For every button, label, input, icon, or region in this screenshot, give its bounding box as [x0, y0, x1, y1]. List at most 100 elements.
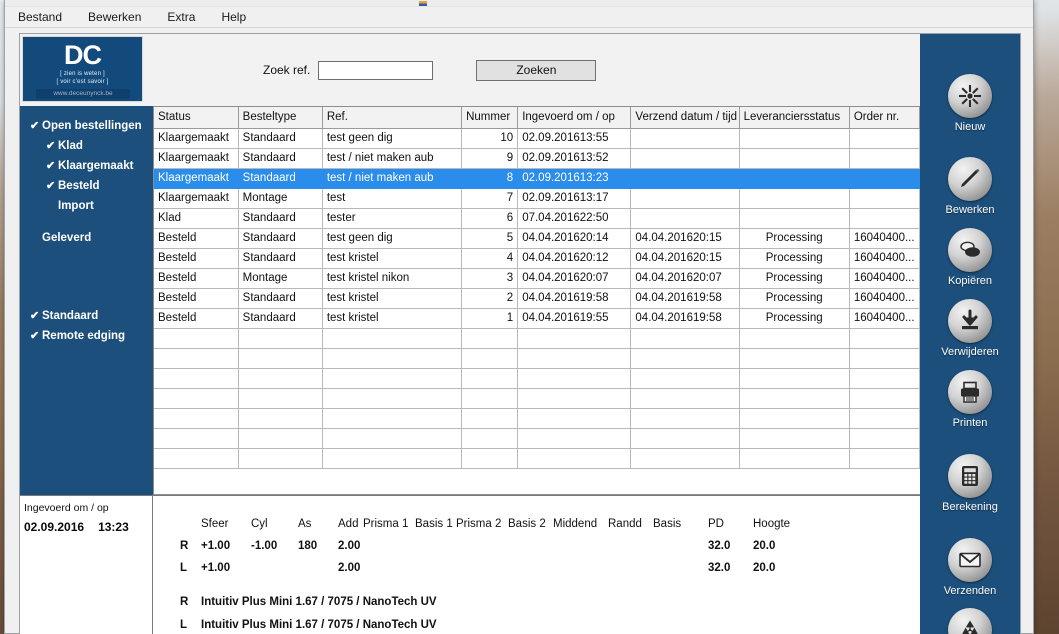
- sidebar-item-geleverd[interactable]: Geleverd: [20, 228, 153, 248]
- cell-status: Klad: [154, 208, 239, 229]
- toolbar-button-berekening[interactable]: Berekening: [920, 454, 1020, 513]
- cell-verzend: [630, 348, 740, 369]
- cell-nummer: 2: [461, 288, 519, 309]
- cell-ref: test kristel: [322, 288, 463, 309]
- cell-nummer: 1: [461, 308, 519, 329]
- cell-status: [154, 388, 239, 409]
- table-row[interactable]: Besteld Montage test kristel nikon 3 04.04.2…: [154, 268, 920, 289]
- table-row[interactable]: [154, 408, 920, 429]
- cell-nummer: [461, 368, 519, 389]
- column-header-leveranciersstatus[interactable]: Leveranciersstatus: [739, 107, 850, 129]
- table-row[interactable]: Klaargemaakt Standaard test / niet maken a…: [154, 148, 920, 169]
- sidebar-item-besteld[interactable]: ✔ Besteld: [20, 176, 153, 196]
- menu-item-bewerken[interactable]: Bewerken: [85, 9, 144, 25]
- toolbar-button-verzenden[interactable]: Verzenden: [920, 538, 1020, 597]
- cell-verzend: 04.04.201620:15: [630, 248, 740, 269]
- cell-ingevoerd: 04.04.201619:58: [517, 288, 632, 309]
- column-header-ordernr[interactable]: Order nr.: [849, 107, 920, 129]
- column-header-ref[interactable]: Ref.: [322, 107, 463, 129]
- toolbar-button-status-veranderen[interactable]: Status veranderen: [920, 608, 1020, 634]
- table-row[interactable]: [154, 368, 920, 389]
- search-input[interactable]: [318, 60, 434, 80]
- cell-ingevoerd: [517, 368, 632, 389]
- search-button[interactable]: Zoeken: [476, 59, 597, 81]
- cell-leveranciersstatus: Processing: [739, 228, 850, 249]
- cell-verzend: 04.04.201620:15: [630, 228, 740, 249]
- cell-besteltype: [238, 348, 323, 369]
- detail-header-pd: PD: [708, 518, 724, 530]
- cell-leveranciersstatus: Processing: [739, 288, 850, 309]
- cell-nummer: 6: [461, 208, 519, 229]
- table-row[interactable]: Besteld Standaard test kristel 1 04.04.20161…: [154, 308, 920, 329]
- cell-ordernr: 16040400...: [849, 308, 920, 329]
- detail-eye-label-l: L: [180, 562, 188, 574]
- table-row[interactable]: Klaargemaakt Standaard test geen dig 10 02.0…: [154, 128, 920, 149]
- table-row[interactable]: Klaargemaakt Montage test 7 02.09.201613:17: [154, 188, 920, 209]
- table-row[interactable]: Klad Standaard tester 6 07.04.201622:50: [154, 208, 920, 229]
- column-header-nummer[interactable]: Nummer: [461, 107, 519, 129]
- column-header-status[interactable]: Status: [154, 107, 239, 129]
- sidebar-item-klad[interactable]: ✔ Klad: [20, 136, 153, 156]
- table-row[interactable]: Besteld Standaard test kristel 4 04.04.20162…: [154, 248, 920, 269]
- detail-header-basis: Basis: [653, 518, 682, 530]
- toolbar-button-nieuw[interactable]: Nieuw: [920, 74, 1020, 133]
- table-row[interactable]: Besteld Standaard test geen dig 5 04.04.2016…: [154, 228, 920, 249]
- cell-ref: [322, 368, 463, 389]
- toolbar-button-label: Verwijderen: [941, 346, 999, 358]
- menu-item-bestand[interactable]: Bestand: [15, 9, 65, 25]
- cell-status: Besteld: [154, 308, 239, 329]
- table-row[interactable]: [154, 348, 920, 369]
- logo-tagline-nl: [ zien is weten ]: [60, 71, 105, 77]
- sidebar-item-standaard[interactable]: ✔ Standaard: [20, 306, 153, 326]
- table-row[interactable]: [154, 428, 920, 449]
- cell-besteltype: Standaard: [238, 248, 323, 269]
- detail-lens-eye-l: L: [180, 619, 188, 631]
- table-row[interactable]: [154, 448, 920, 469]
- menu-item-extra[interactable]: Extra: [164, 9, 198, 25]
- sidebar-item-open-bestellingen[interactable]: ✔ Open bestellingen: [20, 116, 153, 136]
- cell-besteltype: Standaard: [238, 208, 323, 229]
- cell-leveranciersstatus: [739, 328, 850, 349]
- column-header-besteltype[interactable]: Besteltype: [238, 107, 323, 129]
- cell-ordernr: [849, 328, 920, 349]
- table-row[interactable]: [154, 328, 920, 349]
- cell-status: [154, 348, 239, 369]
- check-icon: ✔: [46, 180, 56, 192]
- toolbar-button-printen[interactable]: Printen: [920, 370, 1020, 429]
- toolbar-button-kopi-ren[interactable]: Kopiëren: [920, 228, 1020, 287]
- cell-ingevoerd: [517, 428, 632, 449]
- column-header-ingevoerd[interactable]: Ingevoerd om / op: [517, 107, 632, 129]
- cell-ingevoerd: 04.04.201620:14: [517, 228, 632, 249]
- sidebar-item-remote-edging[interactable]: ✔ Remote edging: [20, 326, 153, 346]
- orders-grid[interactable]: Status Besteltype Ref. Nummer Ingevoerd …: [153, 106, 920, 495]
- column-header-verzend[interactable]: Verzend datum / tijd: [630, 107, 740, 129]
- detail-lens-eye-r: R: [180, 596, 189, 608]
- detail-header-basis1: Basis 1: [415, 518, 453, 530]
- sidebar-item-label: Besteld: [58, 180, 100, 192]
- sidebar-item-klaargemaakt[interactable]: ✔ Klaargemaakt: [20, 156, 153, 176]
- pencil-icon: [948, 157, 992, 201]
- detail-header-prisma2: Prisma 2: [456, 518, 502, 530]
- check-icon: ✔: [46, 160, 56, 172]
- cell-ordernr: [849, 348, 920, 369]
- toolbar-button-verwijderen[interactable]: Verwijderen: [920, 299, 1020, 358]
- cell-ingevoerd: 04.04.201619:55: [517, 308, 632, 329]
- toolbar-button-bewerken[interactable]: Bewerken: [920, 157, 1020, 216]
- table-row[interactable]: Besteld Standaard test kristel 2 04.04.20161…: [154, 288, 920, 309]
- cell-verzend: [630, 368, 740, 389]
- cell-leveranciersstatus: [739, 148, 850, 169]
- cell-ordernr: 16040400...: [849, 268, 920, 289]
- sidebar-item-import[interactable]: Import: [20, 196, 153, 216]
- cell-besteltype: Standaard: [238, 308, 323, 329]
- menu-item-help[interactable]: Help: [218, 9, 249, 25]
- cell-status: Klaargemaakt: [154, 128, 239, 149]
- grid-header-row: Status Besteltype Ref. Nummer Ingevoerd …: [154, 107, 920, 129]
- cell-leveranciersstatus: Processing: [739, 268, 850, 289]
- cell-verzend: 04.04.201620:07: [630, 268, 740, 289]
- table-row[interactable]: [154, 388, 920, 409]
- detail-header-randd: Randd: [608, 518, 642, 530]
- detail-header-prisma1: Prisma 1: [363, 518, 409, 530]
- table-row[interactable]: Klaargemaakt Standaard test / niet maken a…: [154, 168, 920, 189]
- cell-status: Besteld: [154, 268, 239, 289]
- sidebar-item-label: Remote edging: [42, 330, 126, 342]
